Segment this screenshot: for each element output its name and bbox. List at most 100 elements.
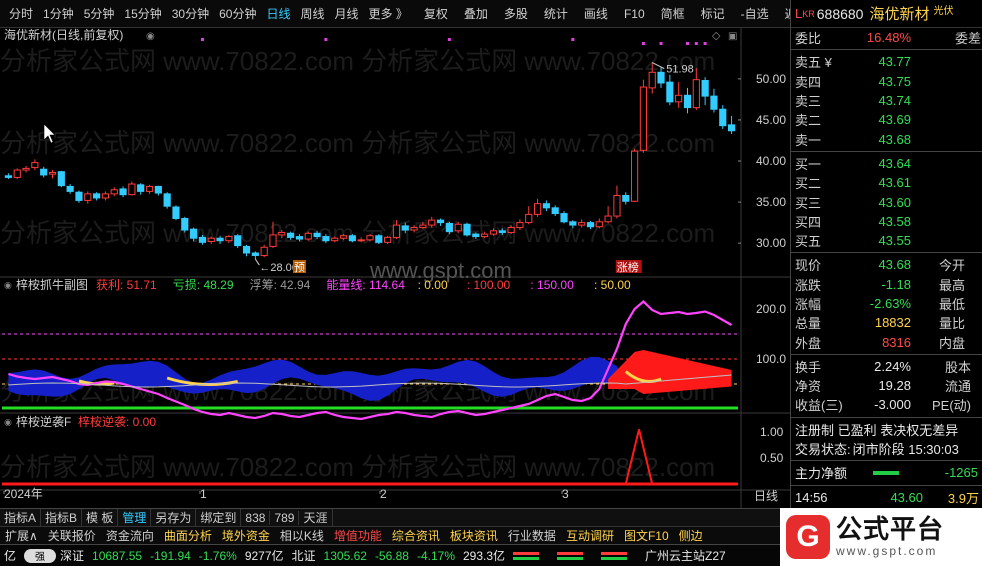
- diamond-icon[interactable]: ◇: [712, 30, 721, 42]
- indicator-tab-3[interactable]: 管理: [118, 509, 152, 526]
- indicator2-tick: 1.00: [760, 425, 784, 439]
- function-tab-4[interactable]: 境外资金: [217, 527, 275, 544]
- candle-body: [128, 183, 136, 196]
- bz-label[interactable]: 北证: [288, 547, 320, 564]
- price-tick-label: 30.00: [756, 236, 786, 250]
- indicator-tab-6[interactable]: 838: [241, 510, 271, 525]
- candle-body: [216, 237, 224, 242]
- ask-price: 43.77: [878, 54, 911, 70]
- function-tab-12[interactable]: 侧边: [674, 527, 708, 544]
- market-breadth-bars: [509, 550, 641, 562]
- chart-options-icon[interactable]: ◉: [146, 31, 155, 42]
- axis-mode-label[interactable]: 日线: [754, 489, 778, 503]
- badge-zhangbang[interactable]: 涨榜: [617, 260, 639, 274]
- toolbar-button-2[interactable]: 多股: [499, 5, 533, 22]
- period-tab-4[interactable]: 30分钟: [167, 5, 214, 22]
- server-name[interactable]: 广州云主站Z27: [641, 547, 730, 564]
- toolbar-button-7[interactable]: 标记: [696, 5, 730, 22]
- period-tab-1[interactable]: 1分钟: [38, 5, 79, 22]
- bid-level[interactable]: 买四 43.58: [791, 212, 982, 231]
- period-tab-6[interactable]: 日线: [261, 5, 295, 22]
- indicator1-tick: 100.0: [756, 352, 786, 366]
- reg-text: 注册制 已盈利 表决权无差异: [795, 422, 959, 438]
- main-net-row: 主力净额 -1265: [791, 463, 982, 482]
- kline-chart-area[interactable]: 分析家公式网 www.70822.com 分析家公式网 www.70822.co…: [0, 28, 790, 508]
- period-tab-5[interactable]: 60分钟: [214, 5, 261, 22]
- period-tab-3[interactable]: 15分钟: [119, 5, 166, 22]
- period-tab-9[interactable]: 更多 》: [364, 5, 413, 22]
- candle-body: [31, 162, 39, 169]
- ask-label: 卖二: [795, 113, 822, 129]
- toolbar-button-6[interactable]: 简框: [656, 5, 690, 22]
- indicator-tab-4[interactable]: 另存为: [151, 509, 197, 526]
- candle-body: [701, 80, 709, 97]
- candle-body: [93, 193, 101, 199]
- function-tab-11[interactable]: 图文F10: [619, 527, 674, 544]
- ask-level[interactable]: 卖五 ¥ 43.77: [791, 52, 982, 71]
- indicator1-name[interactable]: 梓桉抓牛副图: [16, 277, 88, 292]
- toolbar-button-1[interactable]: 叠加: [459, 5, 493, 22]
- breadth-bars-graphic: [513, 551, 628, 560]
- ask-level[interactable]: 卖四 43.75: [791, 72, 982, 91]
- ask-level[interactable]: 卖一 43.68: [791, 129, 982, 148]
- sz-label[interactable]: 深证: [56, 547, 88, 564]
- quote-stats: 现价 43.68 今开 涨跌 -1.18 最高 涨幅 -2.63% 最低 总量 18832 量比 外盘 8…: [791, 255, 982, 351]
- candle-body: [489, 230, 498, 235]
- collapse-icon[interactable]: ▣: [728, 31, 737, 42]
- candle-body: [384, 236, 392, 243]
- function-tab-0[interactable]: 扩展∧: [0, 527, 43, 544]
- function-tab-9[interactable]: 行业数据: [503, 527, 561, 544]
- bid-level[interactable]: 买五 43.55: [791, 231, 982, 250]
- sh-amount-tail: 亿: [4, 549, 17, 563]
- sector-tag[interactable]: 光伏: [933, 2, 953, 17]
- bid-level[interactable]: 买一 43.64: [791, 154, 982, 173]
- stat-row: 涨跌 -1.18 最高: [791, 275, 982, 294]
- ask-price: 43.75: [878, 73, 911, 89]
- candle-body: [569, 221, 577, 226]
- toolbar-button-0[interactable]: 复权: [419, 5, 453, 22]
- quote-name: 海优新材: [869, 6, 930, 23]
- reg-info: 注册制 已盈利 表决权无差异: [791, 420, 982, 439]
- ask-level[interactable]: 卖三 43.74: [791, 91, 982, 110]
- quote-stats-2: 换手 2.24% 股本 净资 19.28 流通 收益(三) -3.000 PE(动): [791, 357, 982, 415]
- toggle-switch[interactable]: 强: [24, 548, 57, 563]
- function-tab-2[interactable]: 资金流向: [101, 527, 159, 544]
- function-tab-8[interactable]: 板块资讯: [445, 527, 503, 544]
- period-tab-2[interactable]: 5分钟: [79, 5, 120, 22]
- function-tab-1[interactable]: 关联报价: [43, 527, 101, 544]
- indicator-tab-2[interactable]: 模 板: [82, 509, 119, 526]
- bid-level[interactable]: 买二 43.61: [791, 173, 982, 192]
- toolbar-button-5[interactable]: F10: [619, 7, 650, 21]
- bid-price: 43.55: [878, 233, 911, 249]
- indicator-tab-0[interactable]: 指标A: [0, 509, 42, 526]
- toolbar-button-4[interactable]: 画线: [579, 5, 613, 22]
- period-tab-8[interactable]: 月线: [330, 5, 364, 22]
- stat-label: 总量: [795, 316, 822, 332]
- indicator-tab-1[interactable]: 指标B: [41, 509, 83, 526]
- candle-body: [48, 172, 57, 175]
- candle-body: [710, 95, 718, 110]
- function-tab-6[interactable]: 增值功能: [329, 527, 387, 544]
- ask-level[interactable]: 卖二 43.69: [791, 110, 982, 129]
- badge-yu[interactable]: 预: [294, 261, 305, 274]
- function-tab-5[interactable]: 相以K线: [275, 527, 329, 544]
- indicator-tab-5[interactable]: 绑定到: [196, 509, 242, 526]
- function-tab-7[interactable]: 综合资讯: [387, 527, 445, 544]
- period-tab-0[interactable]: 分时: [4, 5, 38, 22]
- indicator-tab-7[interactable]: 789: [270, 510, 300, 525]
- collapse-icon[interactable]: ◉: [4, 417, 12, 427]
- bid-level[interactable]: 买三 43.60: [791, 192, 982, 211]
- collapse-icon[interactable]: ◉: [4, 280, 12, 290]
- function-tab-3[interactable]: 曲面分析: [159, 527, 217, 544]
- brand-badge: G 公式平台 www.gspt.com: [780, 508, 982, 566]
- bid-label: 买三: [795, 195, 822, 211]
- indicator-tab-8[interactable]: 天涯: [299, 509, 333, 526]
- toolbar-button-3[interactable]: 统计: [539, 5, 573, 22]
- brand-text: 公式平台 www.gspt.com: [836, 514, 944, 559]
- period-tab-7[interactable]: 周线: [295, 5, 329, 22]
- ask-price: 43.69: [878, 112, 911, 128]
- toolbar-button-8[interactable]: -自选: [736, 5, 774, 22]
- tick-volume: 3.9万: [947, 490, 979, 506]
- function-tab-10[interactable]: 互动调研: [561, 527, 619, 544]
- indicator2-name[interactable]: 梓桉逆袭F: [16, 414, 71, 429]
